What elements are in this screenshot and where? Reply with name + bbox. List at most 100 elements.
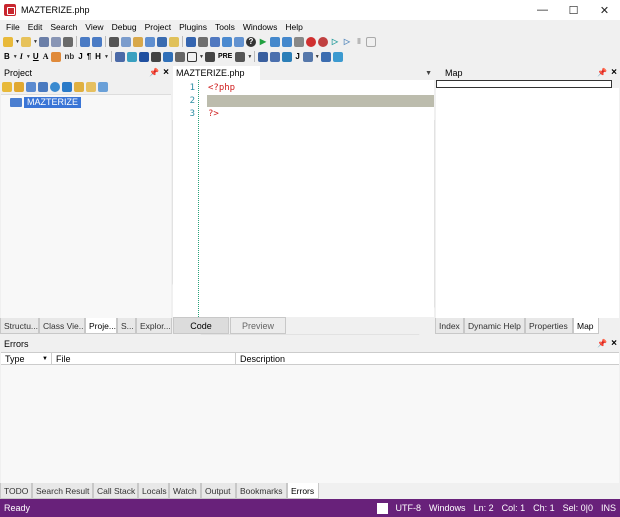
back-icon[interactable]: [186, 36, 196, 47]
browser-icon[interactable]: [210, 36, 220, 47]
menu-windows[interactable]: Windows: [239, 22, 281, 32]
find-icon[interactable]: [145, 36, 155, 47]
step-over-icon[interactable]: [282, 36, 292, 47]
tab-class-view[interactable]: Class Vie...: [39, 318, 85, 334]
menu-debug[interactable]: Debug: [108, 22, 141, 32]
run-icon[interactable]: ▶: [258, 37, 268, 47]
tab-list-dropdown-icon[interactable]: ▼: [425, 66, 432, 80]
pin-icon[interactable]: 📌: [597, 68, 607, 77]
menu-file[interactable]: File: [2, 22, 24, 32]
menu-view[interactable]: View: [81, 22, 107, 32]
tab-call-stack[interactable]: Call Stack: [93, 483, 138, 499]
script-icon[interactable]: [282, 51, 293, 62]
pin-icon[interactable]: 📌: [149, 68, 159, 77]
pre-icon[interactable]: PRE: [217, 52, 233, 62]
map-viewport[interactable]: [436, 80, 612, 88]
list-dropdown-icon[interactable]: ▼: [247, 52, 252, 62]
italic-icon[interactable]: I: [19, 52, 24, 62]
tab-code[interactable]: Code: [173, 317, 229, 334]
tab-bookmarks[interactable]: Bookmarks: [236, 483, 287, 499]
tab-search-result[interactable]: Search Result: [32, 483, 93, 499]
font-icon[interactable]: A: [42, 52, 50, 62]
nbsp-icon[interactable]: nb: [63, 52, 75, 62]
copy-icon[interactable]: [121, 36, 131, 47]
status-encoding[interactable]: UTF-8: [396, 503, 422, 513]
form-icon[interactable]: [270, 51, 281, 62]
underline-icon[interactable]: U: [32, 52, 40, 62]
tab-properties[interactable]: Properties: [525, 318, 573, 334]
find-next-icon[interactable]: [157, 36, 167, 47]
save-icon[interactable]: [39, 36, 49, 47]
debug-run-icon[interactable]: ▷: [330, 37, 340, 47]
tab-index[interactable]: Index: [435, 318, 464, 334]
refresh-icon[interactable]: [222, 36, 232, 47]
tab-map[interactable]: Map: [573, 318, 599, 334]
menu-help[interactable]: Help: [281, 22, 306, 32]
open-dropdown-icon[interactable]: ▼: [33, 37, 38, 47]
horizontal-rule-icon[interactable]: [204, 51, 215, 62]
menu-plugins[interactable]: Plugins: [175, 22, 211, 32]
javascript-icon[interactable]: J: [294, 52, 300, 62]
close-window-button[interactable]: ✕: [589, 0, 620, 20]
editor-tab-mazterize[interactable]: MAZTERIZE.php: [173, 66, 260, 80]
menu-edit[interactable]: Edit: [24, 22, 47, 32]
media-icon[interactable]: [320, 51, 331, 62]
redo-icon[interactable]: [92, 36, 102, 47]
close-icon[interactable]: ×: [611, 338, 617, 349]
italic-dropdown-icon[interactable]: ▼: [26, 52, 31, 62]
heading-icon[interactable]: H: [94, 52, 102, 62]
justify-icon[interactable]: J: [77, 52, 83, 62]
step-into-icon[interactable]: [270, 36, 280, 47]
tab-output[interactable]: Output: [201, 483, 236, 499]
tab-todo[interactable]: TODO: [0, 483, 32, 499]
add-file-icon[interactable]: [26, 81, 36, 92]
tree-item-mazterize[interactable]: MAZTERIZE: [10, 97, 81, 108]
image-icon[interactable]: [114, 51, 125, 62]
debug-step-icon[interactable]: ▷: [342, 37, 352, 47]
column-type[interactable]: Type ▼: [1, 353, 52, 365]
new-file-dropdown-icon[interactable]: ▼: [15, 37, 20, 47]
css-dropdown-icon[interactable]: ▼: [315, 52, 320, 62]
settings-icon[interactable]: [234, 36, 244, 47]
open-folder-icon[interactable]: [21, 36, 31, 47]
table-icon[interactable]: [258, 51, 269, 62]
preview-icon[interactable]: [332, 51, 343, 62]
email-icon[interactable]: [162, 51, 173, 62]
minimize-button[interactable]: —: [527, 0, 558, 20]
tab-errors[interactable]: Errors: [287, 483, 319, 499]
replace-icon[interactable]: [169, 36, 179, 47]
tab-dynamic-help[interactable]: Dynamic Help: [464, 318, 525, 334]
align-icon[interactable]: [174, 51, 185, 62]
ordered-list-icon[interactable]: [235, 51, 246, 62]
type-filter-dropdown-icon[interactable]: ▼: [42, 356, 48, 362]
column-description[interactable]: Description: [236, 353, 619, 365]
code-editor[interactable]: 1 2 3 <?php ?>: [173, 80, 434, 317]
project-settings-icon[interactable]: [38, 81, 48, 92]
bold-dropdown-icon[interactable]: ▼: [13, 52, 18, 62]
status-line-ending[interactable]: Windows: [429, 503, 466, 513]
paragraph-icon[interactable]: ¶: [86, 52, 92, 62]
save-all-icon[interactable]: [51, 36, 61, 47]
div-icon[interactable]: [186, 51, 197, 62]
upload-icon[interactable]: [50, 81, 60, 92]
refresh-project-icon[interactable]: [98, 81, 108, 92]
paste-icon[interactable]: [133, 36, 143, 47]
color-icon[interactable]: [51, 51, 62, 62]
pin-icon[interactable]: 📌: [597, 339, 607, 348]
link-icon[interactable]: [126, 51, 137, 62]
div-dropdown-icon[interactable]: ▼: [199, 52, 204, 62]
open-project-icon[interactable]: [14, 81, 24, 92]
new-project-icon[interactable]: [2, 81, 12, 92]
breakpoint-icon[interactable]: [306, 36, 316, 47]
forward-icon[interactable]: [198, 36, 208, 47]
undo-icon[interactable]: [80, 36, 90, 47]
pause-icon[interactable]: ‖: [354, 37, 364, 47]
css-icon[interactable]: [302, 51, 313, 62]
cut-icon[interactable]: [109, 36, 119, 47]
tab-s[interactable]: S...: [117, 318, 136, 334]
print-icon[interactable]: [63, 36, 73, 47]
bold-icon[interactable]: B: [3, 52, 11, 62]
anchor-icon[interactable]: [138, 51, 149, 62]
menu-project[interactable]: Project: [141, 22, 175, 32]
tab-explorer[interactable]: Explor...: [136, 318, 172, 334]
